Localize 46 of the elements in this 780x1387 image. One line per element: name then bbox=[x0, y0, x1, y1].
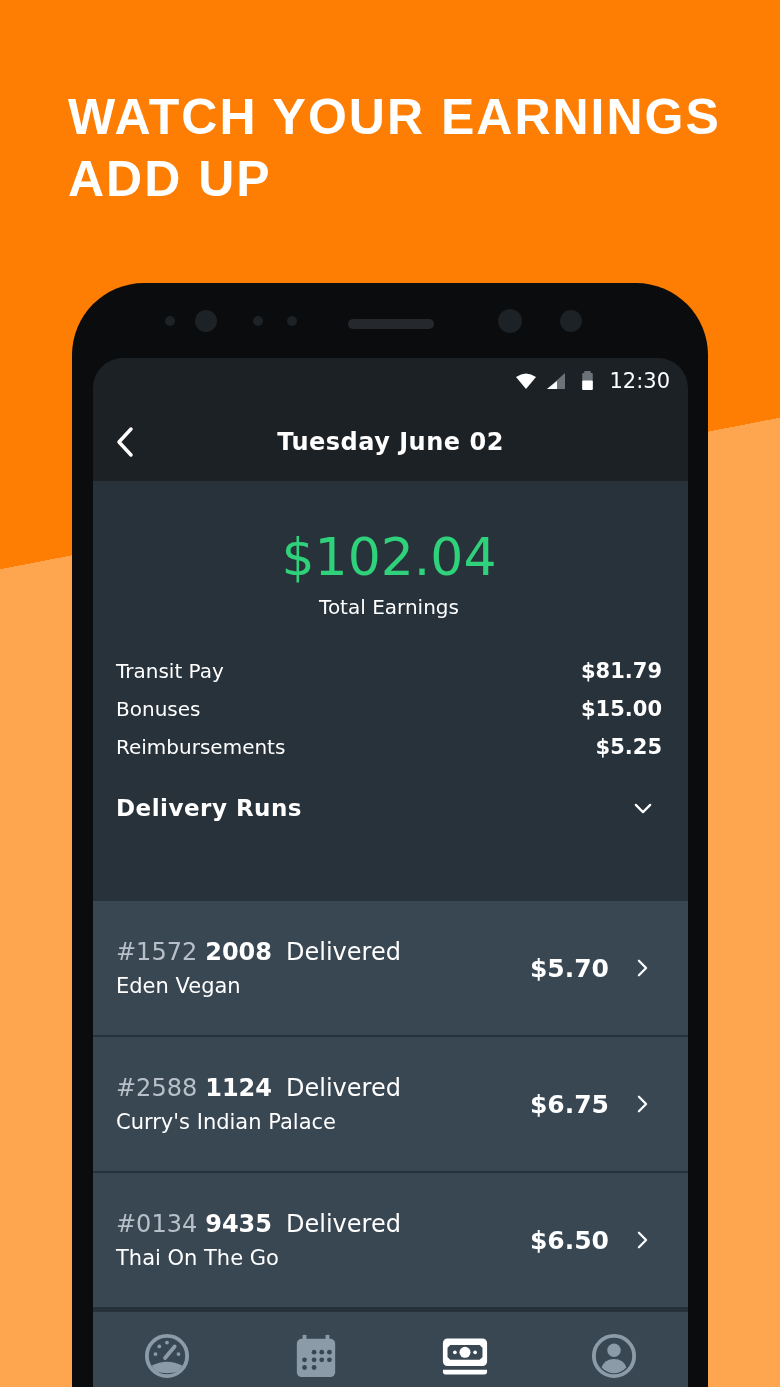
camera-icon bbox=[498, 309, 522, 333]
run-code: 2008 bbox=[205, 938, 272, 966]
profile-icon[interactable] bbox=[590, 1332, 637, 1379]
battery-icon bbox=[582, 371, 594, 390]
run-status: Delivered bbox=[286, 1210, 401, 1238]
restaurant-name: Thai On The Go bbox=[116, 1246, 279, 1270]
run-status: Delivered bbox=[286, 938, 401, 966]
order-number: #1572 bbox=[116, 938, 198, 966]
run-amount: $5.70 bbox=[529, 953, 609, 983]
run-row[interactable]: #2588 1124 Delivered Curry's Indian Palace $6.75 bbox=[93, 1037, 688, 1173]
order-number: #0134 bbox=[116, 1210, 198, 1238]
earning-amount: $5.25 bbox=[595, 735, 662, 759]
sensor-icon bbox=[165, 316, 175, 326]
run-status: Delivered bbox=[286, 1074, 401, 1102]
chevron-right-icon bbox=[637, 1095, 648, 1113]
earning-amount: $81.79 bbox=[580, 659, 662, 683]
run-amount: $6.75 bbox=[529, 1089, 609, 1119]
back-icon[interactable] bbox=[115, 426, 135, 458]
restaurant-name: Curry's Indian Palace bbox=[116, 1110, 336, 1134]
earning-amount: $15.00 bbox=[580, 697, 662, 721]
sensor-icon bbox=[560, 310, 582, 332]
order-number: #2588 bbox=[116, 1074, 198, 1102]
run-row[interactable]: #1572 2008 Delivered Eden Vegan $5.70 bbox=[93, 901, 688, 1037]
signal-icon bbox=[546, 372, 567, 389]
clock-time: 12:30 bbox=[609, 368, 670, 393]
sensor-icon bbox=[287, 316, 297, 326]
earning-label: Reimbursements bbox=[116, 735, 286, 759]
speedometer-icon[interactable] bbox=[144, 1332, 191, 1379]
chevron-down-icon[interactable] bbox=[634, 802, 652, 814]
run-row[interactable]: #0134 9435 Delivered Thai On The Go $6.50 bbox=[93, 1173, 688, 1309]
total-label: Total Earnings bbox=[319, 595, 459, 619]
headline: WATCH YOUR EARNINGS ADD UP bbox=[67, 88, 722, 209]
section-title: Delivery Runs bbox=[116, 795, 303, 821]
earning-label: Bonuses bbox=[116, 697, 201, 721]
run-amount: $6.50 bbox=[529, 1225, 609, 1255]
run-code: 1124 bbox=[205, 1074, 272, 1102]
total-amount: $102.04 bbox=[281, 527, 497, 587]
earning-label: Transit Pay bbox=[116, 659, 224, 683]
camera-icon bbox=[195, 310, 217, 332]
screen-title: Tuesday June 02 bbox=[277, 428, 504, 456]
sensor-icon bbox=[253, 316, 263, 326]
chevron-right-icon bbox=[637, 1231, 648, 1249]
chevron-right-icon bbox=[637, 959, 648, 977]
restaurant-name: Eden Vegan bbox=[116, 974, 241, 998]
run-code: 9435 bbox=[205, 1210, 272, 1238]
wifi-icon bbox=[516, 372, 537, 389]
